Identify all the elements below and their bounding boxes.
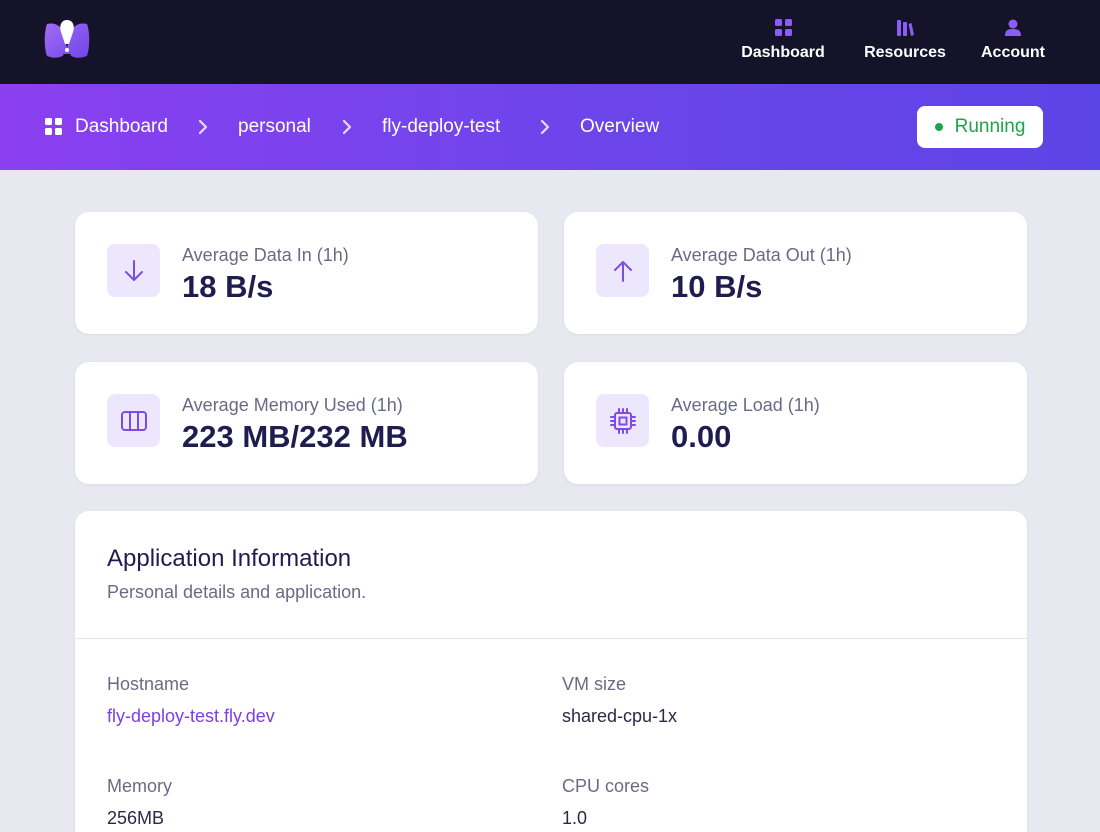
nav-resources[interactable]: Resources (862, 18, 948, 68)
stat-value: 10 B/s (671, 269, 763, 304)
nav-account[interactable]: Account (978, 18, 1048, 68)
field-label-cpu-cores: CPU cores (562, 776, 650, 796)
cpu-icon (596, 394, 649, 447)
stat-value: 18 B/s (182, 269, 274, 304)
top-navbar: Dashboard Resources Account (0, 0, 1100, 84)
nav-dashboard-label: Dashboard (741, 44, 825, 61)
info-title: Application Information (107, 545, 352, 572)
stat-card-data-out: Average Data Out (1h) 10 B/s (564, 212, 1027, 334)
field-label-memory: Memory (107, 776, 173, 796)
hostname-link[interactable]: fly-deploy-test.fly.dev (107, 706, 275, 727)
field-value-vm-size: shared-cpu-1x (562, 706, 678, 726)
stat-label: Average Memory Used (1h) (182, 395, 403, 415)
breadcrumb-app[interactable]: fly-deploy-test (382, 115, 500, 139)
breadcrumb-dashboard[interactable]: Dashboard (75, 115, 168, 139)
field-value-cpu-cores: 1.0 (562, 808, 588, 828)
memory-icon (107, 394, 160, 447)
arrow-up-icon (596, 244, 649, 297)
info-subtitle: Personal details and application. (107, 582, 367, 602)
fly-logo-icon[interactable] (43, 18, 91, 62)
status-label: Running (954, 116, 1026, 137)
chevron-right-icon (342, 119, 352, 135)
grid-icon (45, 118, 62, 135)
chevron-right-icon (540, 119, 550, 135)
nav-dashboard[interactable]: Dashboard (738, 18, 828, 68)
nav-resources-label: Resources (864, 44, 946, 61)
stat-label: Average Load (1h) (671, 395, 820, 415)
field-value-memory: 256MB (107, 808, 165, 828)
grid-icon (774, 18, 792, 36)
nav-account-label: Account (981, 44, 1045, 61)
status-badge[interactable]: Running (917, 106, 1043, 148)
status-dot-icon (934, 123, 943, 131)
stat-value: 0.00 (671, 419, 732, 454)
breadcrumb: Dashboard personal fly-deploy-test Overv… (0, 84, 1100, 170)
stat-label: Average Data In (1h) (182, 245, 349, 265)
books-icon (896, 18, 914, 36)
stat-card-memory: Average Memory Used (1h) 223 MB/232 MB (75, 362, 538, 484)
stat-label: Average Data Out (1h) (671, 245, 852, 265)
stat-value: 223 MB/232 MB (182, 419, 408, 454)
divider (75, 638, 1027, 639)
chevron-right-icon (198, 119, 208, 135)
application-info-card: Application Information Personal details… (75, 511, 1027, 832)
arrow-down-icon (107, 244, 160, 297)
user-icon (1004, 18, 1022, 36)
breadcrumb-personal[interactable]: personal (238, 115, 311, 139)
stat-card-load: Average Load (1h) 0.00 (564, 362, 1027, 484)
breadcrumb-overview[interactable]: Overview (580, 115, 659, 139)
field-label-vm-size: VM size (562, 674, 627, 694)
field-label-hostname: Hostname (107, 674, 190, 694)
stat-card-data-in: Average Data In (1h) 18 B/s (75, 212, 538, 334)
